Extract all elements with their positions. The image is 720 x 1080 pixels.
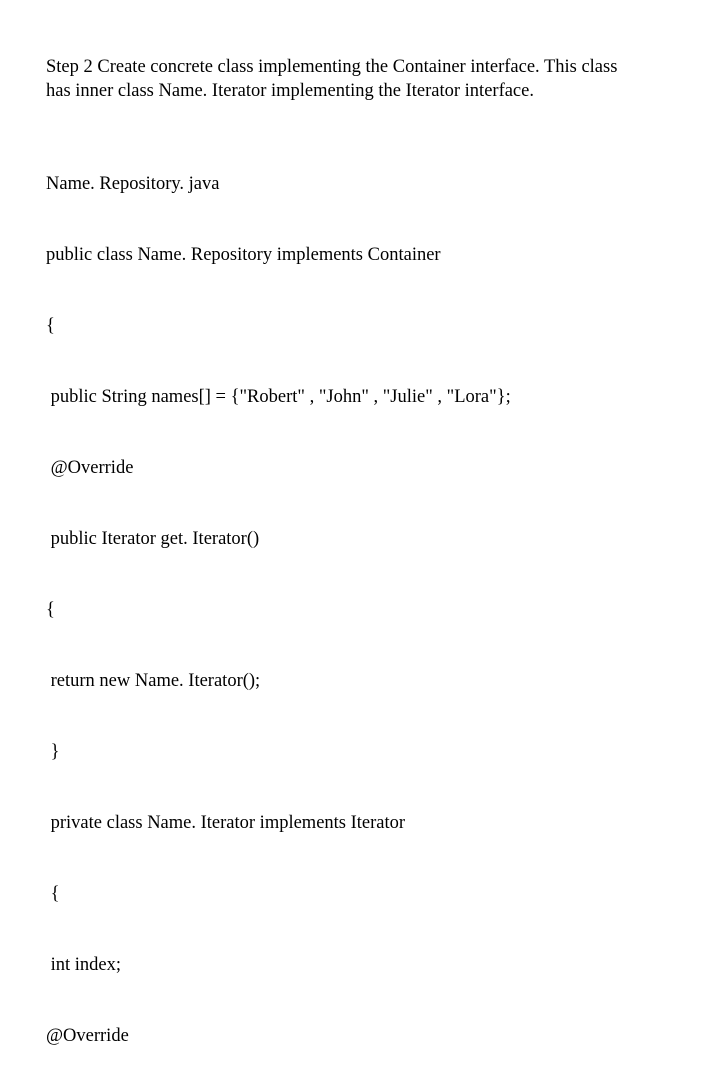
code-line: { [46, 883, 674, 907]
code-line: public String names[] = {"Robert" , "Joh… [46, 386, 674, 410]
code-line: @Override [46, 1025, 674, 1049]
code-line: public class Name. Repository implements… [46, 244, 674, 268]
code-line: return new Name. Iterator(); [46, 670, 674, 694]
code-line: @Override [46, 457, 674, 481]
code-block: Name. Repository. java public class Name… [46, 125, 674, 1080]
code-line: int index; [46, 954, 674, 978]
slide-content: Step 2 Create concrete class implementin… [0, 0, 720, 1080]
code-line: private class Name. Iterator implements … [46, 812, 674, 836]
intro-line-1: Step 2 Create concrete class implementin… [46, 56, 674, 80]
intro-line-2: has inner class Name. Iterator implement… [46, 80, 674, 104]
code-line: Name. Repository. java [46, 173, 674, 197]
intro-paragraph: Step 2 Create concrete class implementin… [46, 56, 674, 103]
code-line: } [46, 741, 674, 765]
code-line: { [46, 599, 674, 623]
code-line: { [46, 315, 674, 339]
